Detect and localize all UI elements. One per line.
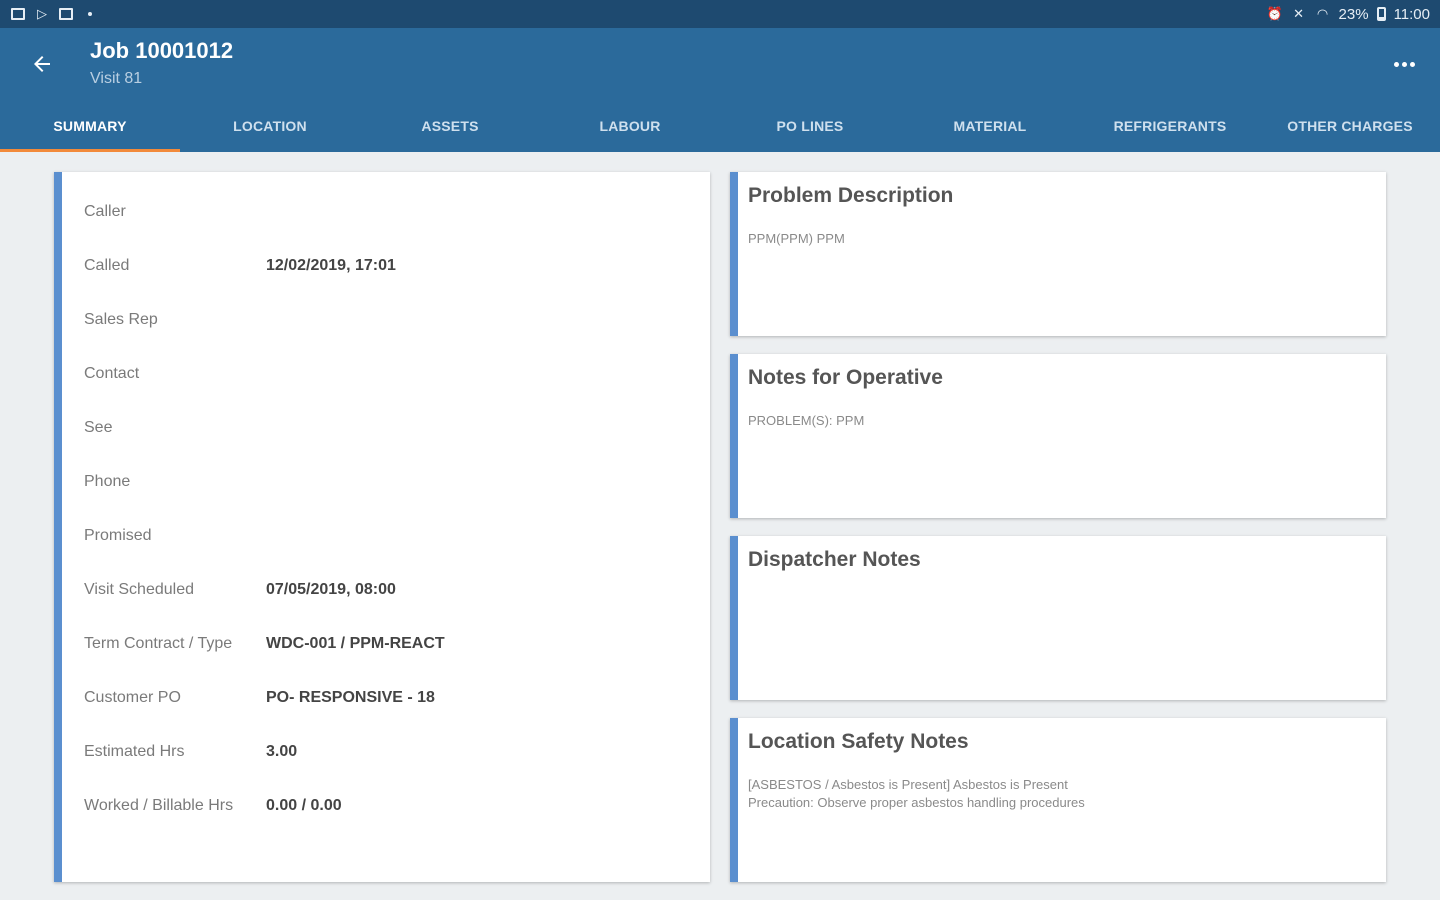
notes-for-operative-card: Notes for Operative PROBLEM(S): PPM <box>730 354 1386 518</box>
more-dot <box>1393 61 1399 67</box>
tab-summary[interactable]: SUMMARY <box>0 100 180 152</box>
problem-description-card: Problem Description PPM(PPM) PPM <box>730 172 1386 336</box>
field-row-customer-po: Customer PO PO- RESPONSIVE - 18 <box>84 686 435 710</box>
screen-icon <box>58 7 74 21</box>
more-options-button[interactable] <box>1388 50 1420 78</box>
play-store-icon: ▷ <box>37 6 47 21</box>
page-title: Job 10001012 <box>90 38 234 63</box>
app-bar: Job 10001012 Visit 81 <box>0 28 1440 100</box>
tab-assets[interactable]: ASSETS <box>360 100 540 152</box>
tab-other-charges[interactable]: OTHER CHARGES <box>1260 100 1440 152</box>
status-bar-left: ▷ <box>10 6 98 21</box>
field-label: Called <box>84 257 130 274</box>
field-label: Term Contract / Type <box>84 635 233 652</box>
field-row-see: See <box>84 416 266 440</box>
location-safety-notes-card: Location Safety Notes [ASBESTOS / Asbest… <box>730 718 1386 882</box>
field-label: See <box>84 419 113 436</box>
field-row-visit-scheduled: Visit Scheduled 07/05/2019, 08:00 <box>84 578 396 602</box>
page-subtitle: Visit 81 <box>90 70 143 87</box>
card-text: PPM(PPM) PPM <box>748 230 845 248</box>
card-line: PPM(PPM) PPM <box>748 231 845 246</box>
field-label: Customer PO <box>84 689 181 706</box>
field-value: 0.00 / 0.00 <box>266 797 342 814</box>
wifi-icon: ◠ <box>1316 6 1329 21</box>
back-button[interactable] <box>22 46 62 82</box>
field-label: Worked / Billable Hrs <box>84 797 234 814</box>
card-title: Problem Description <box>748 184 954 207</box>
tab-po-lines[interactable]: PO LINES <box>720 100 900 152</box>
card-text: [ASBESTOS / Asbestos is Present] Asbesto… <box>748 776 1085 812</box>
tab-bar: SUMMARY LOCATION ASSETS LABOUR PO LINES … <box>0 100 1440 152</box>
alarm-icon: ⏰ <box>1266 6 1283 21</box>
field-row-contact: Contact <box>84 362 266 386</box>
field-row-estimated-hrs: Estimated Hrs 3.00 <box>84 740 297 764</box>
more-dot <box>1409 61 1415 67</box>
field-row-sales-rep: Sales Rep <box>84 308 266 332</box>
field-value: 3.00 <box>266 743 298 760</box>
battery-icon <box>1376 7 1386 21</box>
image-icon <box>10 7 26 21</box>
more-dot <box>1401 61 1407 67</box>
card-text: PROBLEM(S): PPM <box>748 412 864 430</box>
status-bar-right: ⏰ ✕ ◠ 23% 11:00 <box>1266 5 1430 23</box>
field-label: Estimated Hrs <box>84 743 185 760</box>
card-title: Location Safety Notes <box>748 730 969 753</box>
arrow-back-icon <box>34 56 50 72</box>
tab-location[interactable]: LOCATION <box>180 100 360 152</box>
field-row-term-contract: Term Contract / Type WDC-001 / PPM-REACT <box>84 632 445 656</box>
mute-icon: ✕ <box>1293 6 1304 21</box>
field-value: PO- RESPONSIVE - 18 <box>266 689 435 706</box>
field-label: Contact <box>84 365 140 382</box>
tab-labour[interactable]: LABOUR <box>540 100 720 152</box>
card-title: Notes for Operative <box>748 366 943 389</box>
tab-material[interactable]: MATERIAL <box>900 100 1080 152</box>
field-label: Visit Scheduled <box>84 581 194 598</box>
battery-percent: 23% <box>1338 5 1369 23</box>
tab-refrigerants[interactable]: REFRIGERANTS <box>1080 100 1260 152</box>
field-value: 12/02/2019, 17:01 <box>266 257 396 274</box>
field-row-caller: Caller <box>84 200 266 224</box>
field-row-called: Called 12/02/2019, 17:01 <box>84 254 396 278</box>
field-label: Sales Rep <box>84 311 158 328</box>
summary-card: Caller Called 12/02/2019, 17:01 Sales Re… <box>54 172 710 882</box>
field-label: Caller <box>84 203 126 220</box>
title-block: Job 10001012 Visit 81 <box>90 38 233 88</box>
field-row-phone: Phone <box>84 470 266 494</box>
status-bar: ▷ ⏰ ✕ ◠ 23% 11:00 <box>0 0 1440 28</box>
clock: 11:00 <box>1393 5 1430 23</box>
dot-icon <box>82 7 98 21</box>
card-line: PROBLEM(S): PPM <box>748 413 865 428</box>
dispatcher-notes-card: Dispatcher Notes <box>730 536 1386 700</box>
field-label: Promised <box>84 527 152 544</box>
card-line: [ASBESTOS / Asbestos is Present] Asbesto… <box>748 777 1068 792</box>
field-value: WDC-001 / PPM-REACT <box>266 635 445 652</box>
field-label: Phone <box>84 473 131 490</box>
field-value: 07/05/2019, 08:00 <box>266 581 396 598</box>
card-line: Precaution: Observe proper asbestos hand… <box>748 795 1085 810</box>
field-row-worked-billable-hrs: Worked / Billable Hrs 0.00 / 0.00 <box>84 794 342 818</box>
field-row-promised: Promised <box>84 524 266 548</box>
card-title: Dispatcher Notes <box>748 548 921 571</box>
